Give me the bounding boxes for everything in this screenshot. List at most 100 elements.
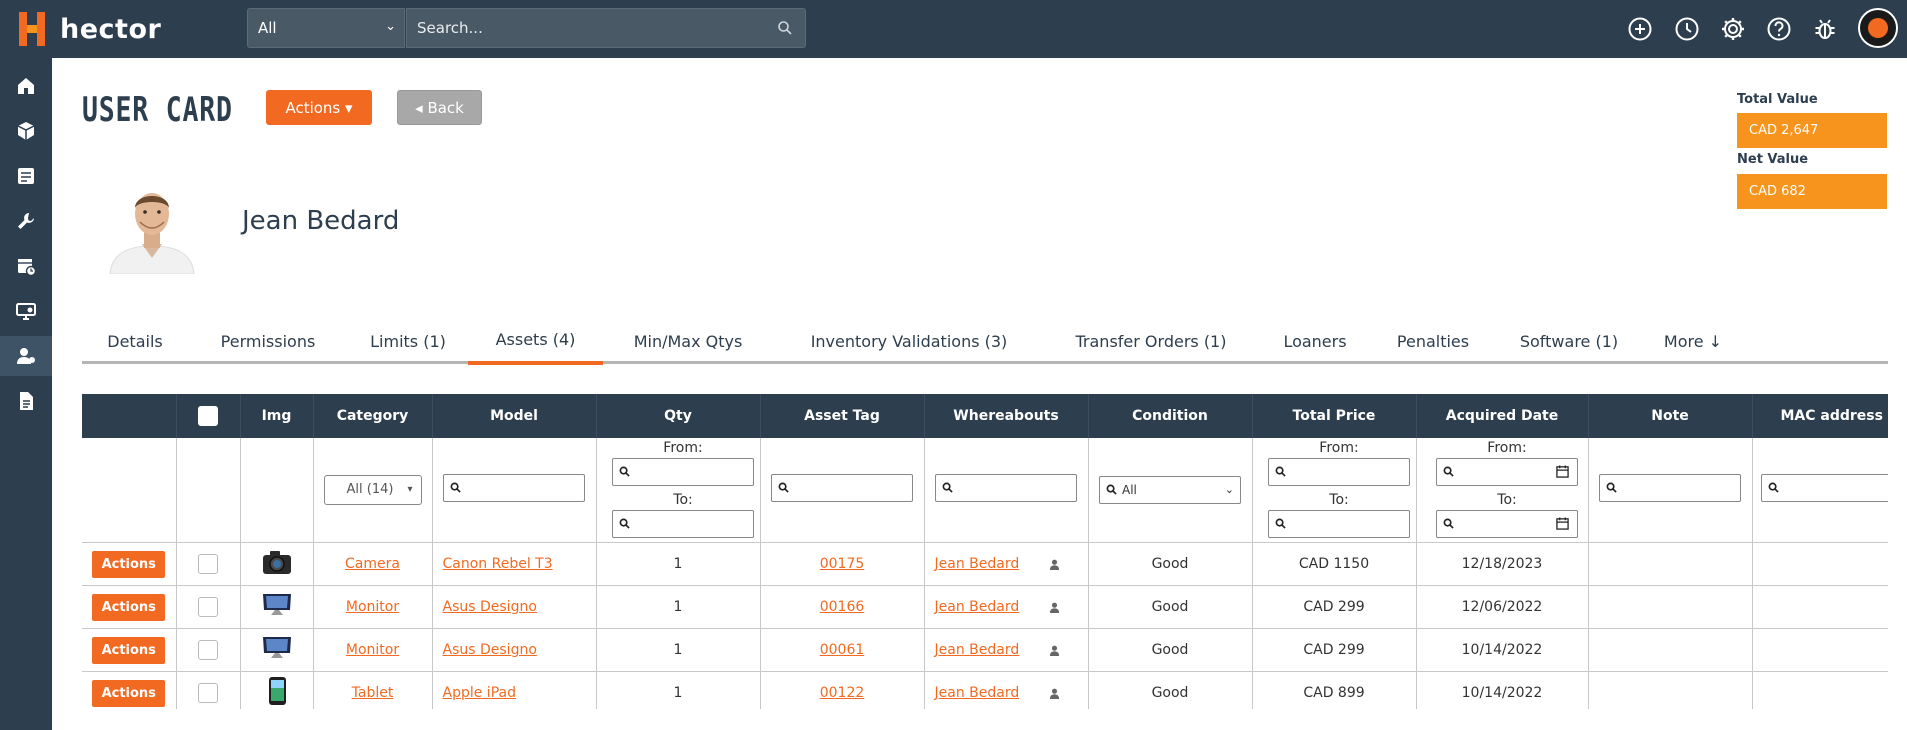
column-header-condition[interactable]: Condition xyxy=(1088,394,1253,438)
row-checkbox[interactable] xyxy=(198,597,218,617)
note-filter[interactable] xyxy=(1599,474,1741,502)
price-from-input[interactable] xyxy=(1289,461,1401,483)
gear-icon[interactable] xyxy=(1720,16,1746,42)
tab-min-max-qtys[interactable]: Min/Max Qtys xyxy=(603,318,773,364)
category-link[interactable]: Camera xyxy=(345,556,400,572)
tab-penalties[interactable]: Penalties xyxy=(1373,318,1493,364)
sidebar-item-assets[interactable] xyxy=(0,111,52,151)
whereabouts-filter-input[interactable] xyxy=(956,477,1068,499)
model-link[interactable]: Asus Designo xyxy=(443,599,537,615)
condition-filter-select[interactable]: All ⌄ xyxy=(1099,476,1241,504)
qty-from-input[interactable] xyxy=(633,461,745,483)
row-actions-button[interactable]: Actions xyxy=(92,550,166,578)
tab-inventory-validations[interactable]: Inventory Validations (3) xyxy=(773,318,1045,364)
tab-permissions[interactable]: Permissions xyxy=(188,318,348,364)
model-filter[interactable] xyxy=(443,474,585,502)
column-header-total-price[interactable]: Total Price xyxy=(1252,394,1417,438)
column-header-img[interactable]: Img xyxy=(240,394,314,438)
tab-more[interactable]: More ↓ xyxy=(1645,318,1741,364)
row-actions-button[interactable]: Actions xyxy=(92,593,166,621)
whereabouts-link[interactable]: Jean Bedard xyxy=(935,556,1020,572)
model-link[interactable]: Asus Designo xyxy=(443,642,537,658)
row-checkbox[interactable] xyxy=(198,554,218,574)
price-to-input[interactable] xyxy=(1289,513,1401,535)
sidebar-item-devices[interactable] xyxy=(0,291,52,331)
whereabouts-link[interactable]: Jean Bedard xyxy=(935,685,1020,701)
calendar-icon[interactable] xyxy=(1556,517,1569,530)
model-filter-input[interactable] xyxy=(464,477,576,499)
tablet-thumbnail[interactable] xyxy=(261,676,293,706)
monitor-thumbnail[interactable] xyxy=(261,591,293,619)
whereabouts-link[interactable]: Jean Bedard xyxy=(935,642,1020,658)
category-link[interactable]: Tablet xyxy=(352,685,394,701)
monitor-thumbnail[interactable] xyxy=(261,634,293,662)
camera-thumbnail[interactable] xyxy=(261,548,293,576)
mac-filter-input[interactable] xyxy=(1781,477,1888,499)
model-link[interactable]: Apple iPad xyxy=(443,685,516,701)
column-header-qty[interactable]: Qty xyxy=(596,394,761,438)
tab-loaners[interactable]: Loaners xyxy=(1257,318,1373,364)
mac-filter[interactable] xyxy=(1760,474,1888,502)
back-button[interactable]: ◂ Back xyxy=(397,90,482,125)
help-circle-icon[interactable] xyxy=(1766,16,1792,42)
asset-tag-link[interactable]: 00175 xyxy=(820,556,865,572)
plus-circle-icon[interactable] xyxy=(1627,16,1653,42)
price-from-filter[interactable] xyxy=(1268,458,1410,486)
asset-tag-filter[interactable] xyxy=(771,474,913,502)
asset-tag-link[interactable]: 00122 xyxy=(820,685,865,701)
price-to-filter[interactable] xyxy=(1268,510,1410,538)
sidebar-item-reports[interactable] xyxy=(0,381,52,421)
whereabouts-link[interactable]: Jean Bedard xyxy=(935,599,1020,615)
sidebar-item-maintenance[interactable] xyxy=(0,201,52,241)
tab-limits[interactable]: Limits (1) xyxy=(348,318,468,364)
row-checkbox[interactable] xyxy=(198,640,218,660)
search-scope-select[interactable]: All ⌄ xyxy=(247,8,405,48)
column-header-actions xyxy=(82,394,177,438)
actions-button[interactable]: Actions ▾ xyxy=(266,90,372,125)
note-filter-input[interactable] xyxy=(1620,477,1732,499)
row-actions-button[interactable]: Actions xyxy=(92,679,166,707)
tab-assets[interactable]: Assets (4) xyxy=(468,318,603,365)
category-link[interactable]: Monitor xyxy=(346,642,399,658)
column-header-whereabouts[interactable]: Whereabouts xyxy=(924,394,1089,438)
column-header-note[interactable]: Note xyxy=(1588,394,1753,438)
category-filter-select[interactable]: All (14) ▾ xyxy=(323,475,422,505)
sidebar-item-calendar[interactable] xyxy=(0,246,52,286)
search-input[interactable] xyxy=(407,9,767,47)
column-header-acquired-date[interactable]: Acquired Date xyxy=(1416,394,1589,438)
whereabouts-filter[interactable] xyxy=(935,474,1077,502)
date-from-filter[interactable] xyxy=(1436,458,1578,486)
date-to-input[interactable] xyxy=(1457,513,1569,535)
logo[interactable]: hector xyxy=(14,9,161,49)
profile-photo[interactable] xyxy=(102,178,202,274)
qty-from-filter[interactable] xyxy=(612,458,754,486)
asset-tag-filter-input[interactable] xyxy=(792,477,904,499)
tab-transfer-orders[interactable]: Transfer Orders (1) xyxy=(1045,318,1257,364)
asset-tag-link[interactable]: 00061 xyxy=(820,642,865,658)
asset-tag-link[interactable]: 00166 xyxy=(820,599,865,615)
bug-icon[interactable] xyxy=(1812,16,1838,42)
column-header-model[interactable]: Model xyxy=(432,394,597,438)
sidebar-item-home[interactable] xyxy=(0,66,52,106)
category-link[interactable]: Monitor xyxy=(346,599,399,615)
row-checkbox[interactable] xyxy=(198,683,218,703)
select-all-checkbox[interactable] xyxy=(198,406,218,426)
column-header-asset-tag[interactable]: Asset Tag xyxy=(760,394,925,438)
row-whereabouts-cell: Jean Bedard xyxy=(924,542,1089,586)
date-from-input[interactable] xyxy=(1457,461,1569,483)
column-header-category[interactable]: Category xyxy=(313,394,433,438)
row-actions-button[interactable]: Actions xyxy=(92,636,166,664)
date-to-filter[interactable] xyxy=(1436,510,1578,538)
search-icon[interactable] xyxy=(777,20,793,36)
qty-to-filter[interactable] xyxy=(612,510,754,538)
sidebar-item-orders[interactable] xyxy=(0,156,52,196)
qty-to-input[interactable] xyxy=(633,513,745,535)
calendar-icon[interactable] xyxy=(1556,465,1569,478)
user-avatar[interactable] xyxy=(1858,8,1898,48)
column-header-mac-address[interactable]: MAC address xyxy=(1752,394,1888,438)
tab-details[interactable]: Details xyxy=(82,318,188,364)
tab-software[interactable]: Software (1) xyxy=(1493,318,1645,364)
sidebar-item-users[interactable] xyxy=(0,336,52,376)
model-link[interactable]: Canon Rebel T3 xyxy=(443,556,553,572)
clock-icon[interactable] xyxy=(1674,16,1700,42)
